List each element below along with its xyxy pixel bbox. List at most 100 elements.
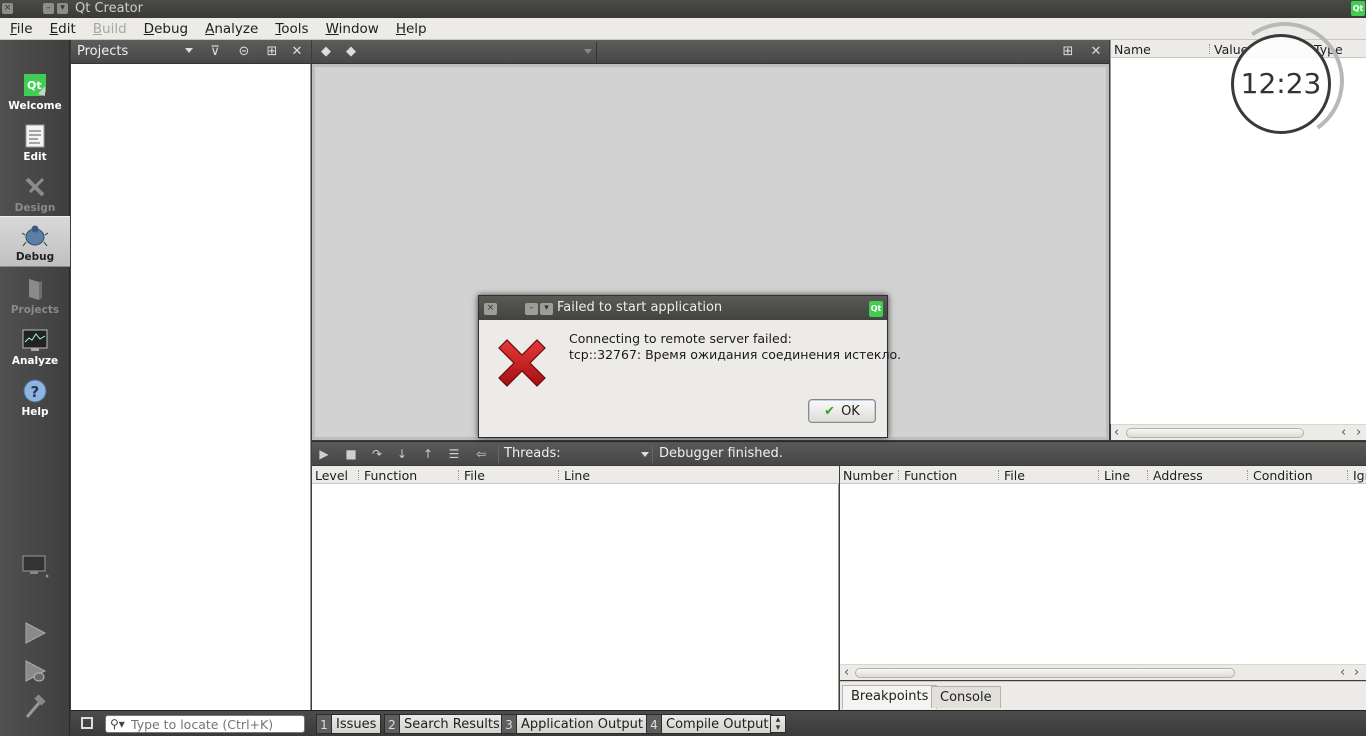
folder-icon [29,279,42,300]
split-view-icon[interactable]: ⊞ [264,44,280,60]
column-divider [1147,470,1148,480]
close-icon[interactable]: ✕ [1088,44,1104,60]
mode-edit[interactable]: Edit [0,117,70,168]
mode-label: Edit [23,151,47,163]
chevron-down-icon[interactable] [185,48,193,53]
status-bar: ⚲▾ 1 Issues 2 Search Results 3 Applicati… [71,710,1366,736]
output-tab-search-results[interactable]: 2 Search Results [384,714,505,734]
locator-input[interactable] [131,717,301,732]
more-panes-icon[interactable]: ▴ ▾ [770,715,786,733]
column-divider [558,470,559,480]
kit-selector-monitor-icon[interactable] [21,552,49,580]
mode-design[interactable]: Design [0,168,70,219]
output-tab-number: 3 [501,714,517,734]
column-header-address[interactable]: Address [1153,468,1203,483]
column-header-file[interactable]: File [464,468,485,483]
mode-projects[interactable]: Projects [0,270,70,321]
stack-view[interactable] [312,484,839,710]
mode-help[interactable]: ? Help [0,372,70,423]
menu-help[interactable]: Help [396,21,427,37]
chevron-down-icon[interactable] [641,452,649,457]
menu-window[interactable]: Window [326,21,379,37]
forward-arrow-icon[interactable]: ◆ [343,44,359,60]
chevron-down-icon[interactable] [584,49,592,54]
column-header-level[interactable]: Level [315,468,348,483]
build-hammer-icon[interactable] [21,693,49,721]
scroll-left-icon[interactable]: ‹ [844,665,849,680]
scroll-left-icon[interactable]: ‹ [1114,425,1119,440]
debug-continue-icon[interactable]: ▶ [316,446,332,462]
column-header-function[interactable]: Function [904,468,957,483]
locator: ⚲▾ [105,715,305,733]
threads-combobox[interactable]: Threads: [504,446,561,461]
scroll-left-icon[interactable]: ‹ [1341,425,1346,440]
column-header-file[interactable]: File [1004,468,1025,483]
mode-analyze[interactable]: Analyze [0,321,70,372]
scroll-left-icon[interactable]: ‹ [1340,665,1345,680]
window-titlebar: × – ▾ Qt Creator Qt [0,0,1366,18]
mode-label: Debug [15,251,55,263]
split-view-icon[interactable]: ⊞ [1060,44,1076,60]
column-divider [898,470,899,480]
column-header-number[interactable]: Number [843,468,893,483]
output-tab-compile-output[interactable]: 4 Compile Output [646,714,774,734]
filter-icon[interactable]: ⊽ [207,44,223,60]
output-tab-application-output[interactable]: 3 Application Output [501,714,648,734]
column-header-line[interactable]: Line [1104,468,1130,483]
back-arrow-icon[interactable]: ◆ [318,44,334,60]
column-divider [998,470,999,480]
window-maximize-button[interactable]: ▾ [57,3,68,14]
menu-file[interactable]: File [10,21,33,37]
toggle-sidebar-icon[interactable] [81,717,93,729]
breakpoints-view[interactable]: ‹ ‹ › [840,484,1366,680]
window-minimize-button[interactable]: – [43,3,54,14]
dialog-message-line: Connecting to remote server failed: [569,331,792,346]
dialog-maximize-button[interactable]: ▾ [540,303,553,315]
error-x-icon [498,339,546,387]
mode-welcome[interactable]: Qt Welcome [0,66,70,117]
scroll-right-icon[interactable]: › [1354,665,1359,680]
dialog-message-line: tcp::32767: Время ожидания соединения ис… [569,347,902,362]
menu-debug[interactable]: Debug [144,21,188,37]
stop-debugger-icon[interactable]: ■ [343,446,359,462]
mode-debug[interactable]: Debug [0,216,70,267]
search-icon[interactable]: ⚲▾ [110,716,125,733]
column-header-condition[interactable]: Condition [1253,468,1313,483]
scrollbar-thumb[interactable] [1126,428,1304,438]
projects-view-selector[interactable]: Projects [77,44,128,59]
run-icon[interactable] [21,619,49,647]
tab-breakpoints[interactable]: Breakpoints [842,685,938,709]
horizontal-scrollbar[interactable]: ‹ ‹ › [1111,424,1366,440]
ok-button[interactable]: ✔ OK [808,399,876,423]
output-tab-issues[interactable]: 1 Issues [316,714,382,734]
instruction-mode-icon[interactable]: ☰ [446,446,462,462]
dialog-minimize-button[interactable]: – [525,303,538,315]
menu-edit[interactable]: Edit [50,21,76,37]
clock-widget: 12:23 [1231,34,1331,134]
output-tab-number: 2 [384,714,400,734]
scrollbar-thumb[interactable] [855,668,1235,678]
column-header-function[interactable]: Function [364,468,417,483]
reverse-direction-icon[interactable]: ⇦ [473,446,489,462]
editor-toolbar: ◆ ◆ ⊞ ✕ [312,40,1109,64]
tab-console[interactable]: Console [931,686,1001,708]
menu-build[interactable]: Build [93,21,127,37]
projects-tree[interactable] [71,64,311,710]
projects-pane-header: Projects ⊽ ⊝ ⊞ ✕ [71,40,311,64]
step-out-icon[interactable]: ↑ [420,446,436,462]
step-over-icon[interactable]: ↷ [369,446,385,462]
column-header-name[interactable]: Name [1114,42,1151,57]
scroll-right-icon[interactable]: › [1356,425,1361,440]
close-icon[interactable]: ✕ [289,44,305,60]
step-into-icon[interactable]: ↓ [394,446,410,462]
menu-tools[interactable]: Tools [275,21,308,37]
window-close-button[interactable]: × [2,3,13,14]
menu-analyze[interactable]: Analyze [205,21,258,37]
dialog-close-button[interactable]: × [484,303,497,315]
column-header-line[interactable]: Line [564,468,590,483]
window-title: Qt Creator [75,1,143,16]
column-header-ignore[interactable]: Igr [1353,468,1366,483]
link-editor-icon[interactable]: ⊝ [236,44,252,60]
horizontal-scrollbar[interactable]: ‹ ‹ › [840,664,1366,680]
debug-run-icon[interactable] [21,657,49,685]
